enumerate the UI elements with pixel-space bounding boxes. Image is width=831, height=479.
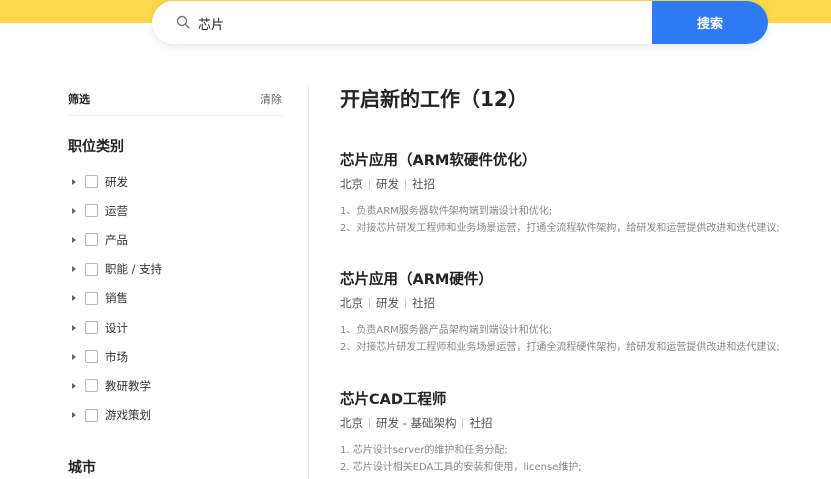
category-item[interactable]: 研发 (72, 167, 162, 196)
expand-caret-icon[interactable] (72, 236, 76, 243)
category-label: 研发 (105, 174, 128, 189)
category-item[interactable]: 教研教学 (72, 371, 162, 400)
job-results: 开启新的工作（12） 芯片应用（ARM软硬件优化） 北京 研发 社招 1、负责A… (340, 83, 820, 473)
job-card[interactable]: 芯片CAD工程师 北京 研发 - 基础架构 社招 1. 芯片设计server的维… (340, 388, 582, 476)
job-department: 研发 (376, 296, 399, 310)
job-desc-line: 1. 芯片设计server的维护和任务分配; (340, 445, 508, 456)
job-title[interactable]: 芯片CAD工程师 (340, 388, 582, 409)
job-hire-type: 社招 (412, 177, 435, 191)
category-checkbox[interactable] (85, 204, 98, 218)
category-item[interactable]: 销售 (72, 284, 162, 313)
meta-separator (369, 417, 370, 429)
expand-caret-icon[interactable] (72, 207, 76, 214)
expand-caret-icon[interactable] (72, 353, 76, 360)
clear-filters-button[interactable]: 清除 (260, 91, 282, 107)
filter-title: 筛选 (68, 93, 90, 106)
job-title[interactable]: 芯片应用（ARM软硬件优化） (340, 149, 780, 170)
meta-separator (405, 297, 406, 309)
category-checkbox[interactable] (85, 321, 98, 335)
category-label: 教研教学 (105, 378, 151, 393)
filter-header: 筛选 清除 (68, 90, 282, 108)
expand-caret-icon[interactable] (72, 324, 76, 331)
meta-separator (369, 178, 370, 190)
search-icon (176, 15, 190, 29)
category-label: 游戏策划 (105, 408, 151, 423)
category-item[interactable]: 产品 (72, 225, 162, 254)
expand-caret-icon[interactable] (72, 266, 76, 273)
job-meta: 北京 研发 社招 (340, 176, 780, 192)
category-checkbox[interactable] (85, 233, 98, 247)
category-checkbox[interactable] (85, 175, 98, 189)
category-checkbox[interactable] (85, 408, 98, 422)
page-title: 开启新的工作（12） (340, 87, 528, 111)
job-location: 北京 (340, 416, 363, 430)
expand-caret-icon[interactable] (72, 178, 76, 185)
job-hire-type: 社招 (469, 416, 493, 430)
job-department: 研发 - 基础架构 (376, 416, 457, 430)
expand-caret-icon[interactable] (72, 412, 76, 419)
category-item[interactable]: 设计 (72, 313, 162, 342)
content-divider (308, 86, 309, 479)
filter-divider (68, 115, 282, 116)
job-desc-line: 2、对接芯片研发工程师和业务场景运营，打通全流程软件架构，给研发和运营提供改进和… (340, 223, 780, 234)
category-checkbox[interactable] (85, 291, 98, 305)
job-location: 北京 (340, 296, 363, 310)
category-checkbox[interactable] (85, 379, 98, 393)
job-hire-type: 社招 (412, 296, 435, 310)
job-description: 1、负责ARM服务器软件架构端到端设计和优化; 2、对接芯片研发工程师和业务场景… (340, 203, 780, 237)
category-label: 设计 (105, 320, 128, 335)
expand-caret-icon[interactable] (72, 382, 76, 389)
job-meta: 北京 研发 社招 (340, 295, 780, 311)
job-category-list: 研发 运营 产品 职能 / 支持 销售 设计 市场 教研教学 游戏策划 (72, 167, 162, 430)
category-checkbox[interactable] (85, 262, 98, 276)
category-item[interactable]: 运营 (72, 196, 162, 225)
job-meta: 北京 研发 - 基础架构 社招 (340, 415, 582, 431)
category-label: 市场 (105, 349, 128, 364)
category-label: 运营 (105, 203, 128, 218)
city-title: 城市 (68, 460, 96, 476)
search-input[interactable] (198, 11, 638, 35)
job-department: 研发 (376, 177, 399, 191)
category-item[interactable]: 游戏策划 (72, 401, 162, 430)
job-card[interactable]: 芯片应用（ARM硬件） 北京 研发 社招 1、负责ARM服务器产品架构端到端设计… (340, 268, 780, 356)
job-card[interactable]: 芯片应用（ARM软硬件优化） 北京 研发 社招 1、负责ARM服务器软件架构端到… (340, 149, 780, 237)
meta-separator (369, 297, 370, 309)
category-label: 销售 (105, 291, 128, 306)
meta-separator (462, 417, 464, 429)
search-button[interactable]: 搜索 (652, 1, 768, 44)
job-category-title: 职位类别 (68, 139, 124, 155)
job-desc-line: 1、负责ARM服务器产品架构端到端设计和优化; (340, 325, 553, 336)
category-item[interactable]: 职能 / 支持 (72, 255, 162, 284)
category-checkbox[interactable] (85, 350, 98, 364)
search-bar: 搜索 (152, 1, 768, 44)
filter-sidebar: 筛选 清除 职位类别 研发 运营 产品 职能 / 支持 销售 设计 市场 教研教… (68, 90, 282, 476)
expand-caret-icon[interactable] (72, 295, 76, 302)
job-description: 1、负责ARM服务器产品架构端到端设计和优化; 2、对接芯片研发工程师和业务场景… (340, 322, 780, 356)
job-description: 1. 芯片设计server的维护和任务分配; 2. 芯片设计相关EDA工具的安装… (340, 442, 582, 476)
category-label: 职能 / 支持 (105, 262, 163, 277)
job-desc-line: 2、对接芯片研发工程师和业务场景运营，打通全流程硬件架构，给研发和运营提供改进和… (340, 342, 780, 353)
job-title[interactable]: 芯片应用（ARM硬件） (340, 268, 780, 289)
job-desc-line: 2. 芯片设计相关EDA工具的安装和使用，license维护; (340, 462, 582, 473)
category-label: 产品 (105, 232, 128, 247)
job-desc-line: 1、负责ARM服务器软件架构端到端设计和优化; (340, 206, 553, 217)
job-location: 北京 (340, 177, 363, 191)
category-item[interactable]: 市场 (72, 342, 162, 371)
meta-separator (405, 178, 406, 190)
